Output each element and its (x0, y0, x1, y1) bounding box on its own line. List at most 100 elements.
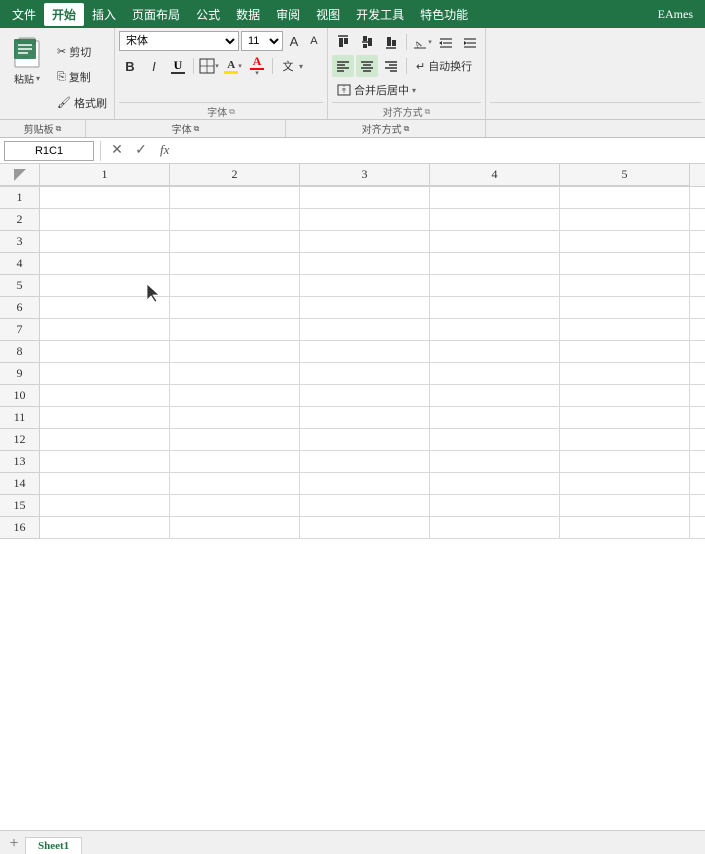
grid-cell-extra[interactable] (690, 495, 705, 517)
grid-cell[interactable] (430, 473, 560, 495)
align-left-button[interactable] (332, 55, 354, 77)
align-top-button[interactable] (332, 31, 354, 53)
align-center-button[interactable] (356, 55, 378, 77)
row-header-16[interactable]: 16 (0, 517, 40, 539)
grid-cell-extra[interactable] (690, 209, 705, 231)
align-expand-btn[interactable]: ⧉ (404, 124, 410, 134)
grid-cell[interactable] (430, 363, 560, 385)
grid-cell[interactable] (560, 341, 690, 363)
clipboard-expand[interactable]: ⧉ (56, 124, 62, 134)
italic-button[interactable]: I (143, 55, 165, 77)
menu-home[interactable]: 开始 (44, 3, 84, 26)
cut-button[interactable]: ✂ 剪切 (54, 43, 110, 61)
formula-input[interactable] (189, 141, 701, 161)
grid-cell[interactable] (560, 253, 690, 275)
grid-cell[interactable] (560, 231, 690, 253)
grid-cell[interactable] (300, 363, 430, 385)
col-header-5[interactable]: 5 (560, 164, 690, 186)
grid-cell[interactable] (560, 319, 690, 341)
grid-cell-extra[interactable] (690, 385, 705, 407)
text-angle-button[interactable]: A ▾ (411, 31, 433, 53)
grid-cell[interactable] (40, 253, 170, 275)
increase-indent-button[interactable] (459, 31, 481, 53)
wrap-text-button[interactable]: ↵ 自动换行 (411, 56, 477, 76)
grid-cell[interactable] (300, 253, 430, 275)
grid-cell[interactable] (300, 209, 430, 231)
row-header-5[interactable]: 5 (0, 275, 40, 297)
grid-cell[interactable] (560, 451, 690, 473)
grid-cell[interactable] (430, 407, 560, 429)
grid-cell[interactable] (40, 231, 170, 253)
grid-cell[interactable] (560, 495, 690, 517)
fill-color-button[interactable]: A ▾ (222, 55, 244, 77)
grid-cell[interactable] (300, 319, 430, 341)
grid-cell[interactable] (430, 451, 560, 473)
grid-cell[interactable] (430, 385, 560, 407)
grid-cell[interactable] (560, 297, 690, 319)
grid-cell-extra[interactable] (690, 319, 705, 341)
cancel-formula-button[interactable]: ✕ (107, 141, 127, 161)
grid-cell[interactable] (170, 495, 300, 517)
grid-cell[interactable] (40, 209, 170, 231)
grid-cell[interactable] (170, 187, 300, 209)
menu-formula[interactable]: 公式 (188, 3, 228, 26)
row-header-11[interactable]: 11 (0, 407, 40, 429)
menu-view[interactable]: 视图 (308, 3, 348, 26)
grid-cell[interactable] (40, 319, 170, 341)
grid-cell[interactable] (560, 363, 690, 385)
row-header-3[interactable]: 3 (0, 231, 40, 253)
copy-button[interactable]: ⎘ 复制 (54, 68, 110, 86)
grid-cell[interactable] (40, 429, 170, 451)
grid-cell[interactable] (430, 231, 560, 253)
row-header-15[interactable]: 15 (0, 495, 40, 517)
font-decrease-button[interactable]: A (305, 32, 323, 50)
grid-cell[interactable] (170, 363, 300, 385)
grid-cell[interactable] (40, 275, 170, 297)
row-header-7[interactable]: 7 (0, 319, 40, 341)
menu-pagelayout[interactable]: 页面布局 (124, 3, 188, 26)
decrease-indent-button[interactable] (435, 31, 457, 53)
row-header-2[interactable]: 2 (0, 209, 40, 231)
alignment-expand[interactable]: ⧉ (425, 107, 431, 117)
grid-cell-extra[interactable] (690, 253, 705, 275)
font-expand-btn[interactable]: ⧉ (194, 124, 200, 134)
grid-cell[interactable] (170, 429, 300, 451)
grid-cell[interactable] (170, 209, 300, 231)
align-right-button[interactable] (380, 55, 402, 77)
grid-cell[interactable] (430, 253, 560, 275)
font-color-button[interactable]: A ▾ (246, 53, 268, 79)
row-header-8[interactable]: 8 (0, 341, 40, 363)
grid-cell[interactable] (560, 275, 690, 297)
col-header-4[interactable]: 4 (430, 164, 560, 186)
merge-center-button[interactable]: ≡ 合并后居中 ▾ (332, 80, 421, 100)
row-header-10[interactable]: 10 (0, 385, 40, 407)
menu-review[interactable]: 审阅 (268, 3, 308, 26)
grid-cell[interactable] (560, 429, 690, 451)
grid-cell[interactable] (300, 341, 430, 363)
col-header-2[interactable]: 2 (170, 164, 300, 186)
grid-cell[interactable] (300, 407, 430, 429)
confirm-formula-button[interactable]: ✓ (131, 141, 151, 161)
font-increase-button[interactable]: A (285, 32, 303, 50)
grid-cell[interactable] (40, 363, 170, 385)
grid-cell[interactable] (170, 407, 300, 429)
grid-cell[interactable] (560, 407, 690, 429)
grid-cell[interactable] (430, 187, 560, 209)
grid-cell[interactable] (300, 517, 430, 539)
grid-cell[interactable] (300, 297, 430, 319)
wen-button[interactable]: 文 (277, 56, 299, 76)
fx-button[interactable]: fx (155, 141, 185, 161)
grid-cell[interactable] (170, 231, 300, 253)
paste-button[interactable]: 粘贴 ▾ (4, 31, 50, 88)
align-bottom-button[interactable] (380, 31, 402, 53)
corner-cell[interactable] (0, 164, 40, 186)
grid-cell[interactable] (300, 275, 430, 297)
grid-cell[interactable] (560, 385, 690, 407)
grid-cell[interactable] (40, 495, 170, 517)
grid-cell[interactable] (430, 517, 560, 539)
add-sheet-button[interactable]: + (4, 834, 24, 854)
grid-cell-extra[interactable] (690, 429, 705, 451)
menu-insert[interactable]: 插入 (84, 3, 124, 26)
grid-cell[interactable] (560, 209, 690, 231)
grid-cell[interactable] (300, 473, 430, 495)
